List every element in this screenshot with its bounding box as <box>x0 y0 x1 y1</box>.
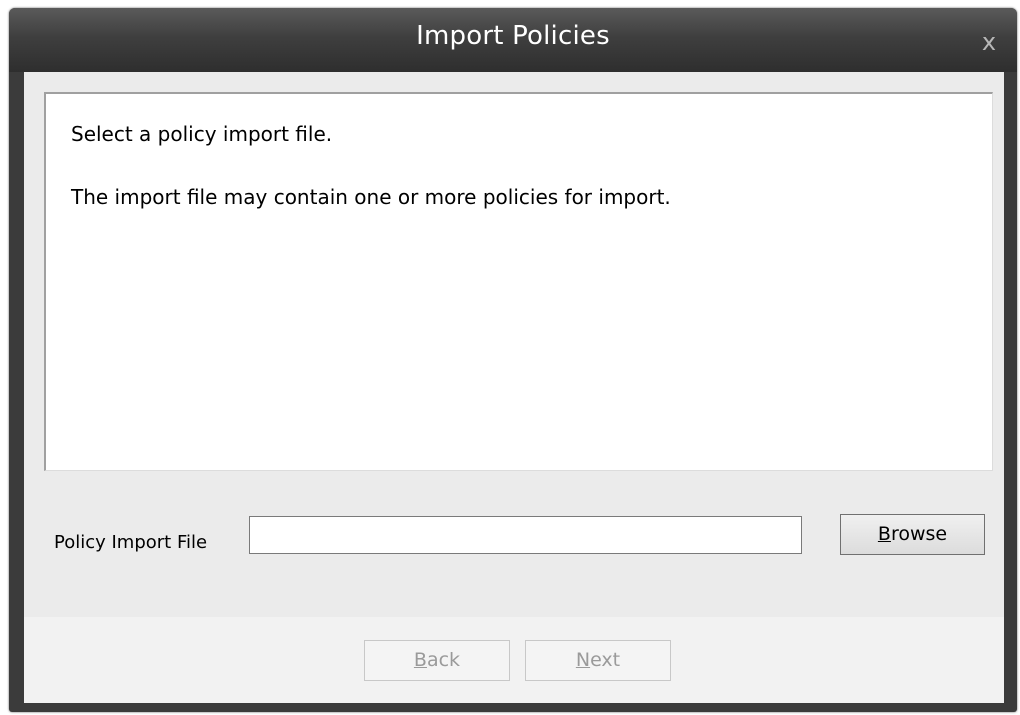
dialog-body: Select a policy import file. The import … <box>24 72 1004 703</box>
policy-import-file-input[interactable] <box>249 516 802 554</box>
next-button[interactable]: Next <box>525 640 671 681</box>
policy-import-file-label: Policy Import File <box>54 532 208 553</box>
next-mnemonic: N <box>575 649 591 671</box>
browse-button[interactable]: Browse <box>840 514 985 555</box>
import-policies-dialog: Import Policies x Select a policy import… <box>9 8 1017 712</box>
back-label-rest: ack <box>426 649 461 671</box>
wizard-footer: Back Next <box>24 617 1004 703</box>
description-panel: Select a policy import file. The import … <box>44 92 993 471</box>
title-bar: Import Policies x <box>9 8 1017 72</box>
close-icon[interactable]: x <box>977 30 1001 54</box>
description-line-2: The import file may contain one or more … <box>71 185 671 209</box>
description-line-1: Select a policy import file. <box>71 122 333 146</box>
back-button[interactable]: Back <box>364 640 510 681</box>
dialog-title: Import Policies <box>416 21 610 51</box>
browse-label-rest: rowse <box>890 523 948 545</box>
back-mnemonic: B <box>413 649 427 671</box>
next-label-rest: ext <box>590 649 621 671</box>
browse-mnemonic: B <box>877 523 891 545</box>
